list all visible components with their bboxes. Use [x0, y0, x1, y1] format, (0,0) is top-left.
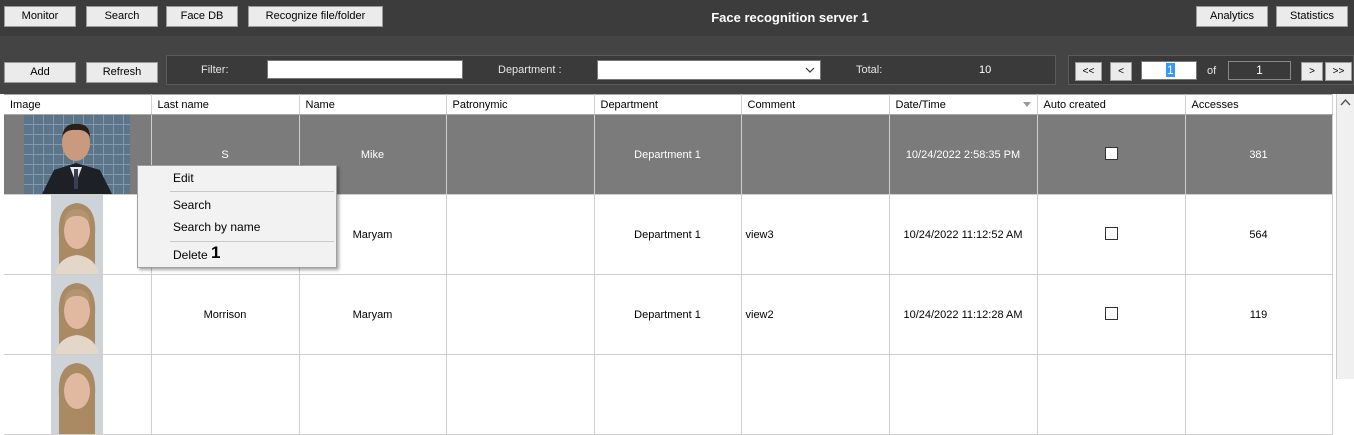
department-cell: Department 1	[594, 274, 742, 355]
context-menu-search[interactable]: Search	[173, 198, 211, 212]
first-page-button[interactable]: <<	[1075, 62, 1102, 81]
auto-created-checkbox[interactable]	[1104, 226, 1118, 240]
department-cell: Department 1	[594, 194, 742, 275]
face-thumbnail	[51, 195, 104, 274]
refresh-button[interactable]: Refresh	[86, 62, 158, 83]
patronymic-cell	[446, 194, 595, 275]
face-thumbnail	[24, 115, 131, 194]
auto-created-checkbox[interactable]	[1104, 306, 1118, 320]
department-label: Department :	[498, 64, 562, 76]
last-name-cell: Morrison	[151, 274, 300, 355]
auto-created-checkbox[interactable]	[1104, 146, 1118, 160]
column-header-comment[interactable]: Comment	[741, 94, 890, 115]
filter-panel: Filter: Department : Total: 10	[166, 55, 1056, 85]
face-thumbnail	[51, 275, 104, 354]
patronymic-cell	[446, 354, 595, 435]
auto-created-cell	[1037, 194, 1186, 275]
total-label: Total:	[856, 64, 883, 76]
filter-label: Filter:	[201, 64, 229, 76]
column-header-patronymic[interactable]: Patronymic	[446, 94, 595, 115]
face-image-cell[interactable]	[4, 194, 152, 275]
callout-number: 1	[211, 243, 221, 262]
comment-cell: view2	[741, 274, 890, 355]
column-header-accesses[interactable]: Accesses	[1185, 94, 1333, 115]
comment-cell	[741, 354, 890, 435]
context-menu: Edit Search Search by name Delete 1	[137, 165, 337, 268]
comment-cell: view3	[741, 194, 890, 275]
face-image-cell[interactable]	[4, 114, 152, 195]
patronymic-cell	[446, 274, 595, 355]
top-toolbar: Monitor Search Face DB Recognize file/fo…	[0, 0, 1354, 36]
statistics-button[interactable]: Statistics	[1276, 6, 1348, 27]
face-db-button[interactable]: Face DB	[166, 6, 238, 27]
accesses-cell: 564	[1185, 194, 1333, 275]
datetime-cell: 10/24/2022 11:12:28 AM	[889, 274, 1038, 355]
accesses-cell: 381	[1185, 114, 1333, 195]
column-header-datetime[interactable]: Date/Time	[889, 94, 1038, 115]
column-header-datetime-label: Date/Time	[895, 98, 946, 111]
total-pages-field: 1	[1228, 61, 1291, 80]
last-name-cell	[151, 354, 300, 435]
table-row[interactable]	[4, 354, 1333, 435]
sort-descending-icon	[1022, 102, 1031, 107]
chevron-down-icon	[805, 67, 815, 73]
table-header: Image Last name Name Patronymic Departme…	[4, 94, 1333, 115]
column-header-auto-created[interactable]: Auto created	[1037, 94, 1186, 115]
recognize-file-folder-button[interactable]: Recognize file/folder	[248, 6, 383, 27]
total-value: 10	[979, 64, 992, 76]
page-title: Face recognition server 1	[711, 10, 869, 25]
scroll-up-arrow-icon[interactable]	[1337, 96, 1354, 110]
context-menu-separator	[170, 191, 334, 192]
table-row[interactable]: Morrison Maryam Department 1 view2 10/24…	[4, 274, 1333, 355]
context-menu-separator	[170, 241, 334, 242]
accesses-cell	[1185, 354, 1333, 435]
column-header-image[interactable]: Image	[4, 94, 152, 115]
datetime-cell: 10/24/2022 11:12:52 AM	[889, 194, 1038, 275]
patronymic-cell	[446, 114, 595, 195]
analytics-button[interactable]: Analytics	[1196, 6, 1268, 27]
auto-created-cell	[1037, 274, 1186, 355]
department-cell	[594, 354, 742, 435]
auto-created-cell	[1037, 354, 1186, 435]
department-cell: Department 1	[594, 114, 742, 195]
auto-created-cell	[1037, 114, 1186, 195]
page-input-value: 1	[1166, 63, 1175, 77]
name-cell	[299, 354, 447, 435]
next-page-button[interactable]: >	[1301, 62, 1323, 81]
datetime-cell	[889, 354, 1038, 435]
face-image-cell[interactable]	[4, 274, 152, 355]
filter-input[interactable]	[267, 60, 463, 79]
face-thumbnail	[51, 355, 104, 434]
context-menu-delete[interactable]: Delete	[173, 248, 208, 262]
face-image-cell[interactable]	[4, 354, 152, 435]
column-header-name[interactable]: Name	[299, 94, 447, 115]
of-label: of	[1207, 65, 1217, 77]
context-menu-edit[interactable]: Edit	[173, 171, 194, 185]
name-cell: Maryam	[299, 274, 447, 355]
context-menu-search-by-name[interactable]: Search by name	[173, 220, 260, 234]
search-button[interactable]: Search	[86, 6, 158, 27]
last-page-button[interactable]: >>	[1325, 62, 1352, 81]
datetime-cell: 10/24/2022 2:58:35 PM	[889, 114, 1038, 195]
comment-cell	[741, 114, 890, 195]
monitor-button[interactable]: Monitor	[4, 6, 76, 27]
accesses-cell: 119	[1185, 274, 1333, 355]
column-header-last-name[interactable]: Last name	[151, 94, 300, 115]
vertical-scrollbar[interactable]	[1336, 94, 1354, 379]
add-button[interactable]: Add	[4, 62, 76, 83]
page-input[interactable]: 1	[1141, 61, 1197, 80]
column-header-department[interactable]: Department	[594, 94, 742, 115]
prev-page-button[interactable]: <	[1110, 62, 1132, 81]
pager-panel: << < 1 of 1 > >>	[1068, 55, 1354, 85]
department-select[interactable]	[597, 60, 821, 80]
